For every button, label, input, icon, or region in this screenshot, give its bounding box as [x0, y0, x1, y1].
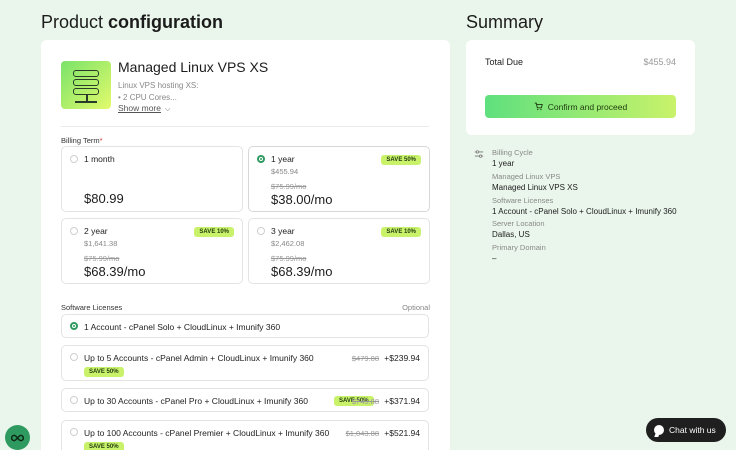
total-due-label: Total Due — [485, 57, 524, 67]
radio-button-selected[interactable] — [257, 155, 265, 163]
product-name: Managed Linux VPS XS — [118, 59, 269, 75]
summary-title: Summary — [466, 12, 544, 32]
original-price: $1,043.88 — [345, 429, 379, 438]
option-price: $68.39/mo — [271, 264, 333, 279]
radio-button[interactable] — [70, 396, 78, 404]
option-name: 1 month — [84, 154, 115, 164]
option-name: 2 year — [84, 226, 108, 236]
total-due-value: $455.94 — [643, 57, 676, 67]
option-total: $1,641.38 — [84, 239, 118, 248]
license-option-admin[interactable]: Up to 5 Accounts - cPanel Admin + CloudL… — [61, 345, 429, 381]
chat-with-us-button[interactable]: Chat with us — [646, 418, 726, 442]
page-title: Product configuration — [41, 12, 224, 32]
option-total: $455.94 — [271, 167, 299, 176]
chevron-down-icon: ⌵ — [165, 106, 171, 113]
option-name: 3 year — [271, 226, 295, 236]
license-option-pro[interactable]: Up to 30 Accounts - cPanel Pro + CloudLi… — [61, 388, 429, 412]
optional-label: Optional — [402, 303, 430, 312]
license-price: +$239.94 — [384, 353, 420, 363]
billing-option-1-year[interactable]: 1 year SAVE 50% $455.94 $75.99/mo $38.00… — [248, 146, 430, 212]
billing-option-1-month[interactable]: 1 month $80.99 — [61, 146, 243, 212]
original-price: $75.99/mo — [271, 182, 307, 191]
save-badge: SAVE 10% — [194, 227, 234, 237]
option-price: $68.39/mo — [84, 264, 146, 279]
save-badge: SAVE 10% — [381, 227, 421, 237]
option-total: $2,462.08 — [271, 239, 305, 248]
option-name: 1 year — [271, 154, 295, 164]
save-badge: SAVE 50% — [84, 442, 124, 450]
radio-button-selected[interactable] — [70, 322, 78, 330]
license-name: Up to 30 Accounts - cPanel Pro + CloudLi… — [84, 396, 308, 406]
infinity-widget-button[interactable] — [5, 425, 30, 450]
radio-button[interactable] — [70, 155, 78, 163]
license-price: +$371.94 — [384, 396, 420, 406]
original-price: $75.99/mo — [84, 254, 120, 263]
confirm-and-proceed-button[interactable]: Confirm and proceed — [485, 95, 676, 118]
server-stack-icon — [61, 61, 111, 109]
original-price: $743.88 — [351, 397, 379, 406]
license-option-premier[interactable]: Up to 100 Accounts - cPanel Premier + Cl… — [61, 420, 429, 450]
show-more-link[interactable]: Show more ⌵ — [118, 103, 170, 114]
infinity-icon — [10, 429, 25, 447]
divider — [61, 126, 429, 127]
billing-option-3-year[interactable]: 3 year SAVE 10% $2,462.08 $75.99/mo $68.… — [248, 218, 430, 284]
radio-button[interactable] — [70, 353, 78, 361]
summary-card: Total Due $455.94 Confirm and proceed — [466, 40, 695, 135]
cart-icon — [534, 102, 543, 111]
license-price: +$521.94 — [384, 428, 420, 438]
radio-button[interactable] — [70, 428, 78, 436]
original-price: $75.99/mo — [271, 254, 307, 263]
sliders-icon — [474, 146, 484, 164]
license-name: Up to 5 Accounts - cPanel Admin + CloudL… — [84, 353, 314, 363]
detail-software-licenses: Software Licenses 1 Account - cPanel Sol… — [492, 196, 677, 216]
configuration-panel: Managed Linux VPS XS Linux VPS hosting X… — [41, 40, 450, 450]
license-option-solo[interactable]: 1 Account - cPanel Solo + CloudLinux + I… — [61, 314, 429, 338]
chat-label: Chat with us — [669, 425, 716, 435]
detail-server-location: Server Location Dallas, US — [492, 219, 545, 239]
detail-billing-cycle: Billing Cycle 1 year — [492, 148, 533, 168]
save-badge: SAVE 50% — [84, 367, 124, 377]
detail-product: Managed Linux VPS Managed Linux VPS XS — [492, 172, 578, 192]
billing-option-2-year[interactable]: 2 year SAVE 10% $1,641.38 $75.99/mo $68.… — [61, 218, 243, 284]
license-name: Up to 100 Accounts - cPanel Premier + Cl… — [84, 428, 330, 438]
radio-button[interactable] — [257, 227, 265, 235]
option-price: $38.00/mo — [271, 192, 333, 207]
radio-button[interactable] — [70, 227, 78, 235]
save-badge: SAVE 50% — [381, 155, 421, 165]
detail-primary-domain: Primary Domain – — [492, 243, 546, 263]
option-price: $80.99 — [84, 191, 124, 206]
software-licenses-label: Software Licenses — [61, 303, 123, 312]
billing-term-label: Billing Term* — [61, 136, 103, 145]
product-description: Linux VPS hosting XS: • 2 CPU Cores... — [118, 81, 199, 102]
license-name: 1 Account - cPanel Solo + CloudLinux + I… — [84, 322, 281, 332]
chat-bubble-icon — [654, 425, 664, 435]
original-price: $479.88 — [351, 354, 379, 363]
confirm-label: Confirm and proceed — [547, 101, 628, 112]
